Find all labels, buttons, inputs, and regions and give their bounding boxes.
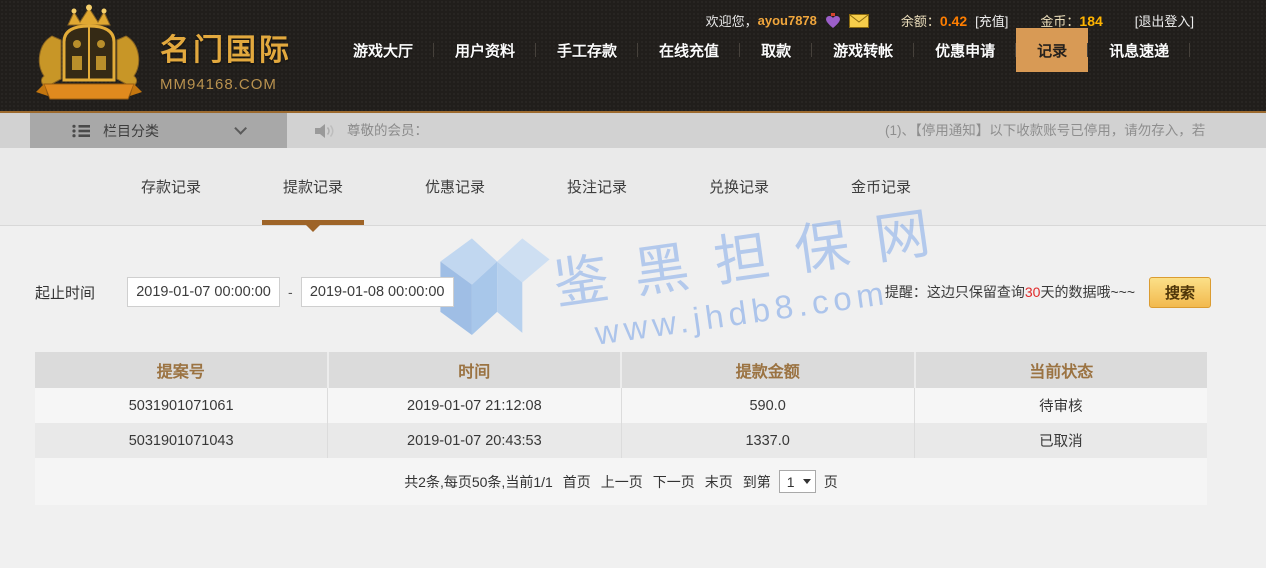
- tab-betting-records[interactable]: 投注记录: [526, 148, 668, 225]
- table-row: 5031901071043 2019-01-07 20:43:53 1337.0…: [35, 423, 1207, 458]
- pagination: 共2条,每页50条,当前1/1 首页 上一页 下一页 末页 到第 1 页: [35, 458, 1207, 505]
- cell-status: 待审核: [915, 388, 1207, 423]
- caret-down-icon: [803, 479, 811, 484]
- tab-exchange-records[interactable]: 兑换记录: [668, 148, 810, 225]
- pagination-goto-suffix: 页: [824, 472, 838, 492]
- announcement-prefix: 尊敬的会员：: [347, 113, 428, 148]
- category-dropdown[interactable]: 栏目分类: [30, 113, 287, 148]
- pagination-first[interactable]: 首页: [563, 472, 591, 492]
- page-select[interactable]: 1: [779, 470, 816, 493]
- tab-withdrawal-records[interactable]: 提款记录: [242, 148, 384, 225]
- pagination-next[interactable]: 下一页: [653, 472, 695, 492]
- nav-item-withdraw[interactable]: 取款: [740, 28, 812, 72]
- tab-promo-records[interactable]: 优惠记录: [384, 148, 526, 225]
- site-domain: MM94168.COM: [160, 76, 292, 93]
- reminder-text: 提醒：这边只保留查询30天的数据哦~~~: [885, 282, 1135, 302]
- cell-proposal-id: 5031901071043: [35, 423, 328, 458]
- filter-row: 起止时间 - 提醒：这边只保留查询30天的数据哦~~~ 搜索: [0, 277, 1266, 307]
- main-nav: 游戏大厅 用户资料 手工存款 在线充值 取款 游戏转帐 优惠申请 记录 讯息速递: [332, 28, 1190, 72]
- cell-status: 已取消: [915, 423, 1207, 458]
- search-button[interactable]: 搜索: [1149, 277, 1211, 308]
- pagination-last[interactable]: 末页: [705, 472, 733, 492]
- site-logo[interactable]: 名门国际 MM94168.COM: [28, 4, 292, 113]
- nav-item-online-recharge[interactable]: 在线充值: [638, 28, 740, 72]
- list-icon: [72, 124, 90, 138]
- date-range-label: 起止时间: [35, 282, 95, 303]
- cell-proposal-id: 5031901071061: [35, 388, 328, 423]
- reminder-days: 30: [1025, 284, 1041, 300]
- gold-value: 184: [1079, 13, 1102, 29]
- speaker-icon: [314, 123, 338, 144]
- tab-deposit-records[interactable]: 存款记录: [100, 148, 242, 225]
- cell-time: 2019-01-07 20:43:53: [328, 423, 621, 458]
- cell-amount: 1337.0: [622, 423, 915, 458]
- content-area: 鉴黑担保网 www.jhdb8.com 起止时间 - 提醒：这边只保留查询30天…: [0, 226, 1266, 568]
- col-header-time: 时间: [329, 352, 623, 388]
- mail-icon[interactable]: [849, 14, 869, 28]
- nav-item-game-hall[interactable]: 游戏大厅: [332, 28, 434, 72]
- nav-item-records[interactable]: 记录: [1016, 28, 1088, 72]
- nav-item-messages[interactable]: 讯息速递: [1088, 28, 1190, 72]
- page-select-value: 1: [787, 474, 795, 490]
- start-date-input[interactable]: [127, 277, 280, 307]
- nav-item-user-profile[interactable]: 用户资料: [434, 28, 536, 72]
- announcement-text: (1)、【停用通知】以下收款账号已停用，请勿存入，若: [885, 113, 1205, 148]
- category-bar: 栏目分类 尊敬的会员： (1)、【停用通知】以下收款账号已停用，请勿存入，若: [0, 113, 1266, 148]
- record-tab-bar: 存款记录 提款记录 优惠记录 投注记录 兑换记录 金币记录: [0, 148, 1266, 226]
- logo-emblem-icon: [28, 4, 150, 113]
- nav-item-promo-apply[interactable]: 优惠申请: [914, 28, 1016, 72]
- col-header-status: 当前状态: [916, 352, 1208, 388]
- site-title: 名门国际: [160, 25, 292, 69]
- col-header-amount: 提款金额: [622, 352, 916, 388]
- category-label: 栏目分类: [103, 121, 159, 141]
- page: 名门国际 MM94168.COM 欢迎您， ayou7878: [0, 0, 1266, 568]
- table-row: 5031901071061 2019-01-07 21:12:08 590.0 …: [35, 388, 1207, 423]
- balance-value: 0.42: [940, 13, 967, 29]
- cell-time: 2019-01-07 21:12:08: [328, 388, 621, 423]
- site-header: 名门国际 MM94168.COM 欢迎您， ayou7878: [0, 0, 1266, 113]
- table-header-row: 提案号 时间 提款金额 当前状态: [35, 352, 1207, 388]
- username: ayou7878: [758, 13, 817, 28]
- nav-item-manual-deposit[interactable]: 手工存款: [536, 28, 638, 72]
- withdrawal-table: 提案号 时间 提款金额 当前状态 5031901071061 2019-01-0…: [35, 352, 1207, 505]
- avatar-heart-icon[interactable]: [825, 13, 841, 29]
- end-date-input[interactable]: [301, 277, 454, 307]
- nav-item-game-transfer[interactable]: 游戏转帐: [812, 28, 914, 72]
- pagination-summary: 共2条,每页50条,当前1/1: [404, 472, 553, 492]
- cell-amount: 590.0: [622, 388, 915, 423]
- col-header-proposal-id: 提案号: [35, 352, 329, 388]
- pagination-prev[interactable]: 上一页: [601, 472, 643, 492]
- tab-gold-records[interactable]: 金币记录: [810, 148, 952, 225]
- pagination-goto-label: 到第: [743, 472, 771, 492]
- date-separator: -: [288, 284, 293, 300]
- chevron-down-icon: [234, 122, 247, 135]
